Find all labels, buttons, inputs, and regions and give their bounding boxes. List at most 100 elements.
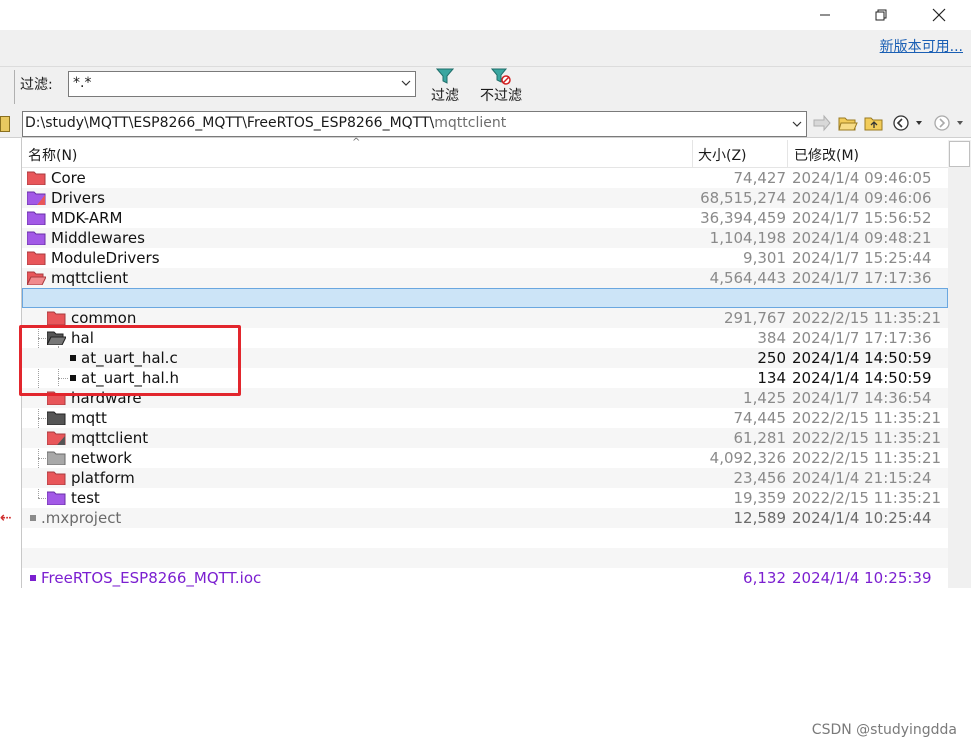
item-name: Core — [51, 169, 86, 187]
item-date: 2022/2/15 11:35:21 — [792, 449, 942, 467]
item-name: mqttclient — [71, 429, 149, 447]
item-date: 2022/2/15 11:35:21 — [792, 409, 942, 427]
folder-icon — [47, 451, 66, 465]
item-size: 36,394,459 — [700, 209, 786, 227]
restore-button[interactable] — [852, 0, 910, 30]
item-date: 2024/1/4 09:46:06 — [792, 189, 932, 207]
empty-row — [22, 528, 948, 548]
forward-icon[interactable] — [932, 114, 970, 132]
item-name: FreeRTOS_ESP8266_MQTT.ioc — [41, 569, 262, 587]
item-name: .mxproject — [41, 509, 122, 527]
list-item[interactable]: MDK-ARM 36,394,459 2024/1/7 15:56:52 — [22, 208, 948, 228]
file-icon — [30, 515, 36, 521]
list-item[interactable]: mqtt 74,445 2022/2/15 11:35:21 — [22, 408, 948, 428]
path-bar: D:\study\MQTT\ESP8266_MQTT\FreeRTOS_ESP8… — [0, 110, 971, 138]
item-date: 2024/1/7 14:36:54 — [792, 389, 932, 407]
folder-icon — [47, 471, 66, 485]
folder-icon — [27, 191, 46, 205]
no-filter-button-label: 不过滤 — [480, 88, 522, 104]
back-icon[interactable] — [892, 114, 922, 132]
item-size: 6,132 — [743, 569, 786, 587]
selected-row[interactable] — [22, 288, 948, 308]
item-name: Drivers — [51, 189, 105, 207]
item-size: 12,589 — [733, 509, 787, 527]
item-name: mqtt — [71, 409, 107, 427]
list-item[interactable]: Middlewares 1,104,198 2024/1/4 09:48:21 — [22, 228, 948, 248]
item-size: 74,427 — [733, 169, 787, 187]
list-item[interactable]: network 4,092,326 2022/2/15 11:35:21 — [22, 448, 948, 468]
item-date: 2024/1/4 14:50:59 — [792, 349, 932, 367]
left-arrow-fragment: ⇠ — [0, 510, 12, 526]
parent-folder-icon[interactable] — [864, 114, 884, 132]
column-modified[interactable]: 已修改(M) — [794, 145, 859, 165]
list-item[interactable]: test 19,359 2022/2/15 11:35:21 — [22, 488, 948, 508]
close-button[interactable] — [910, 0, 968, 30]
chevron-down-icon — [401, 80, 411, 86]
item-date: 2024/1/4 10:25:44 — [792, 509, 932, 527]
scrollbar-thumb[interactable] — [949, 141, 970, 167]
column-divider[interactable] — [787, 140, 788, 168]
item-date: 2024/1/4 14:50:59 — [792, 369, 932, 387]
column-header: ^ 名称(N) 大小(Z) 已修改(M) — [22, 137, 948, 168]
folder-icon — [27, 211, 46, 225]
column-divider[interactable] — [692, 140, 693, 168]
item-size: 23,456 — [733, 469, 787, 487]
restore-icon — [875, 9, 887, 21]
item-size: 4,092,326 — [709, 449, 786, 467]
item-name: Middlewares — [51, 229, 145, 247]
item-name: MDK-ARM — [51, 209, 123, 227]
file-icon — [30, 575, 36, 581]
chevron-down-icon — [792, 121, 802, 127]
item-size: 61,281 — [733, 429, 787, 447]
highlight-annotation-box — [19, 325, 241, 396]
item-name: mqttclient — [51, 269, 129, 287]
title-bar — [0, 0, 971, 30]
path-input[interactable]: D:\study\MQTT\ESP8266_MQTT\FreeRTOS_ESP8… — [22, 111, 807, 137]
item-date: 2024/1/4 09:48:21 — [792, 229, 932, 247]
item-size: 250 — [757, 349, 786, 367]
item-name: test — [71, 489, 100, 507]
minimize-button[interactable] — [796, 0, 854, 30]
item-size: 74,445 — [733, 409, 787, 427]
path-current: mqttclient — [434, 115, 507, 131]
item-size: 1,425 — [743, 389, 786, 407]
item-date: 2022/2/15 11:35:21 — [792, 489, 942, 507]
list-item[interactable]: FreeRTOS_ESP8266_MQTT.ioc 6,132 2024/1/4… — [22, 568, 948, 588]
list-item[interactable]: mqttclient 4,564,443 2024/1/7 17:17:36 — [22, 268, 948, 288]
folder-icon — [47, 411, 66, 425]
item-date: 2022/2/15 11:35:21 — [792, 309, 942, 327]
list-item[interactable]: Core 74,427 2024/1/4 09:46:05 — [22, 168, 948, 188]
minimize-icon — [820, 14, 830, 16]
folder-icon — [47, 431, 66, 445]
empty-row — [22, 548, 948, 568]
new-version-link[interactable]: 新版本可用... — [880, 36, 963, 56]
no-filter-button[interactable]: 不过滤 — [476, 66, 526, 108]
filter-label: 过滤: — [20, 77, 53, 93]
item-size: 291,767 — [723, 309, 786, 327]
filter-combobox[interactable]: *.* — [68, 71, 416, 97]
sort-ascending-icon: ^ — [352, 137, 361, 148]
funnel-clear-icon — [491, 68, 511, 85]
item-size: 384 — [757, 329, 786, 347]
column-name[interactable]: 名称(N) — [28, 145, 77, 165]
list-item[interactable]: .mxproject 12,589 2024/1/4 10:25:44 — [22, 508, 948, 528]
filter-button[interactable]: 过滤 — [427, 66, 463, 108]
list-item[interactable]: mqttclient 61,281 2022/2/15 11:35:21 — [22, 428, 948, 448]
folder-icon — [27, 231, 46, 245]
open-folder-icon[interactable] — [838, 114, 858, 132]
list-item[interactable]: Drivers 68,515,274 2024/1/4 09:46:06 — [22, 188, 948, 208]
item-size: 4,564,443 — [709, 269, 786, 287]
go-arrow-icon[interactable] — [812, 114, 832, 132]
vertical-scrollbar[interactable] — [948, 140, 971, 588]
item-size: 19,359 — [733, 489, 787, 507]
column-size[interactable]: 大小(Z) — [698, 145, 747, 165]
list-item[interactable]: platform 23,456 2024/1/4 21:15:24 — [22, 468, 948, 488]
filter-button-label: 过滤 — [431, 88, 459, 104]
up-folder-icon[interactable] — [0, 116, 10, 132]
close-icon — [932, 8, 946, 22]
item-size: 134 — [757, 369, 786, 387]
list-item[interactable]: ModuleDrivers 9,301 2024/1/7 15:25:44 — [22, 248, 948, 268]
folder-icon — [47, 491, 66, 505]
item-size: 9,301 — [743, 249, 786, 267]
toolbar-grip[interactable] — [14, 70, 15, 104]
